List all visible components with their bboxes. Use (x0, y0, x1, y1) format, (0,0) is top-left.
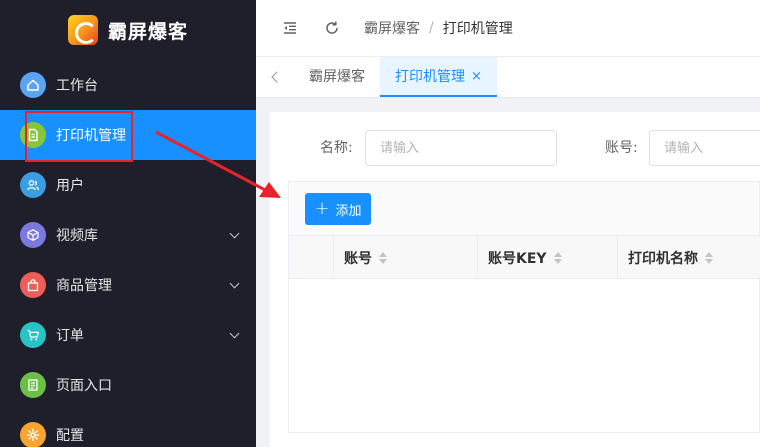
sidebar-item-settings[interactable]: 配置 (0, 410, 256, 447)
collapse-sidebar-button[interactable] (280, 18, 300, 38)
sidebar: 霸屏爆客 工作台 打印机管理 用户 视频库 商品管理 订单 页面入口 配置 (0, 0, 256, 447)
breadcrumb-separator: / (429, 20, 434, 36)
chevron-down-icon (230, 330, 240, 340)
tabs-bar: 霸屏爆客 打印机管理 × (256, 57, 760, 98)
refresh-button[interactable] (322, 18, 342, 38)
sort-icon[interactable] (705, 251, 713, 264)
chevron-down-icon (230, 280, 240, 290)
annotation-highlight-box (25, 111, 133, 162)
printer-table: 账号 账号KEY 打印机名称 (288, 235, 760, 433)
refresh-icon (326, 21, 338, 34)
name-input[interactable] (365, 130, 557, 166)
column-title: 账号 (344, 250, 372, 267)
tab-label: 霸屏爆客 (309, 69, 365, 85)
account-label: 账号: (605, 140, 638, 156)
menu-fold-icon (284, 22, 296, 34)
app-logo[interactable]: 霸屏爆客 (0, 0, 256, 60)
logo-icon (67, 15, 98, 45)
bag-icon (20, 272, 46, 298)
table-toolbar: + 添加 (288, 181, 760, 235)
search-form: 名称: 账号: (270, 130, 760, 166)
column-title: 账号KEY (488, 250, 547, 267)
column-header-account-key[interactable]: 账号KEY (478, 236, 618, 279)
close-icon[interactable]: × (471, 69, 482, 84)
column-header-account[interactable]: 账号 (334, 236, 478, 279)
gear-icon (20, 422, 46, 447)
name-label: 名称: (320, 140, 353, 156)
top-header: 霸屏爆客 / 打印机管理 (256, 0, 760, 57)
sidebar-item-workbench[interactable]: 工作台 (0, 60, 256, 110)
main-content: 名称: 账号: + 添加 账号 账号KEY 打印机名称 (270, 112, 760, 447)
sidebar-item-label: 用户 (56, 178, 84, 194)
entry-icon (20, 372, 46, 398)
sidebar-item-label: 订单 (56, 328, 84, 344)
app-title: 霸屏爆客 (107, 20, 188, 43)
sidebar-item-label: 配置 (56, 428, 84, 444)
column-header-printer-name[interactable]: 打印机名称 (618, 236, 760, 279)
sort-icon[interactable] (553, 251, 562, 264)
table-header: 账号 账号KEY 打印机名称 (289, 236, 760, 279)
sidebar-item-users[interactable]: 用户 (0, 160, 256, 210)
sidebar-item-label: 商品管理 (56, 278, 112, 294)
selection-column-header[interactable] (289, 236, 334, 279)
chevron-down-icon (230, 230, 240, 240)
add-button-label: 添加 (335, 203, 362, 219)
add-button[interactable]: + 添加 (305, 193, 371, 225)
breadcrumb-current: 打印机管理 (442, 21, 513, 37)
sidebar-item-label: 工作台 (56, 78, 98, 94)
cart-icon (20, 322, 46, 348)
sidebar-item-label: 页面入口 (56, 378, 112, 394)
tab-label: 打印机管理 (395, 69, 465, 85)
plus-icon: + (314, 198, 330, 219)
cube-icon (20, 222, 46, 248)
breadcrumb: 霸屏爆客 / 打印机管理 (364, 18, 513, 38)
tab-printer-management[interactable]: 打印机管理 × (380, 57, 497, 97)
sidebar-item-page-entry[interactable]: 页面入口 (0, 360, 256, 410)
home-icon (20, 72, 46, 98)
sidebar-item-orders[interactable]: 订单 (0, 310, 256, 360)
sidebar-item-label: 视频库 (56, 228, 98, 244)
breadcrumb-home[interactable]: 霸屏爆客 (364, 18, 420, 38)
sidebar-item-video-library[interactable]: 视频库 (0, 210, 256, 260)
tab-home[interactable]: 霸屏爆客 (294, 57, 380, 97)
users-icon (20, 172, 46, 198)
tabs-scroll-left-button[interactable] (256, 57, 294, 97)
column-title: 打印机名称 (628, 250, 698, 267)
sort-icon[interactable] (379, 251, 387, 264)
sidebar-item-product-management[interactable]: 商品管理 (0, 260, 256, 310)
account-input[interactable] (649, 130, 760, 166)
